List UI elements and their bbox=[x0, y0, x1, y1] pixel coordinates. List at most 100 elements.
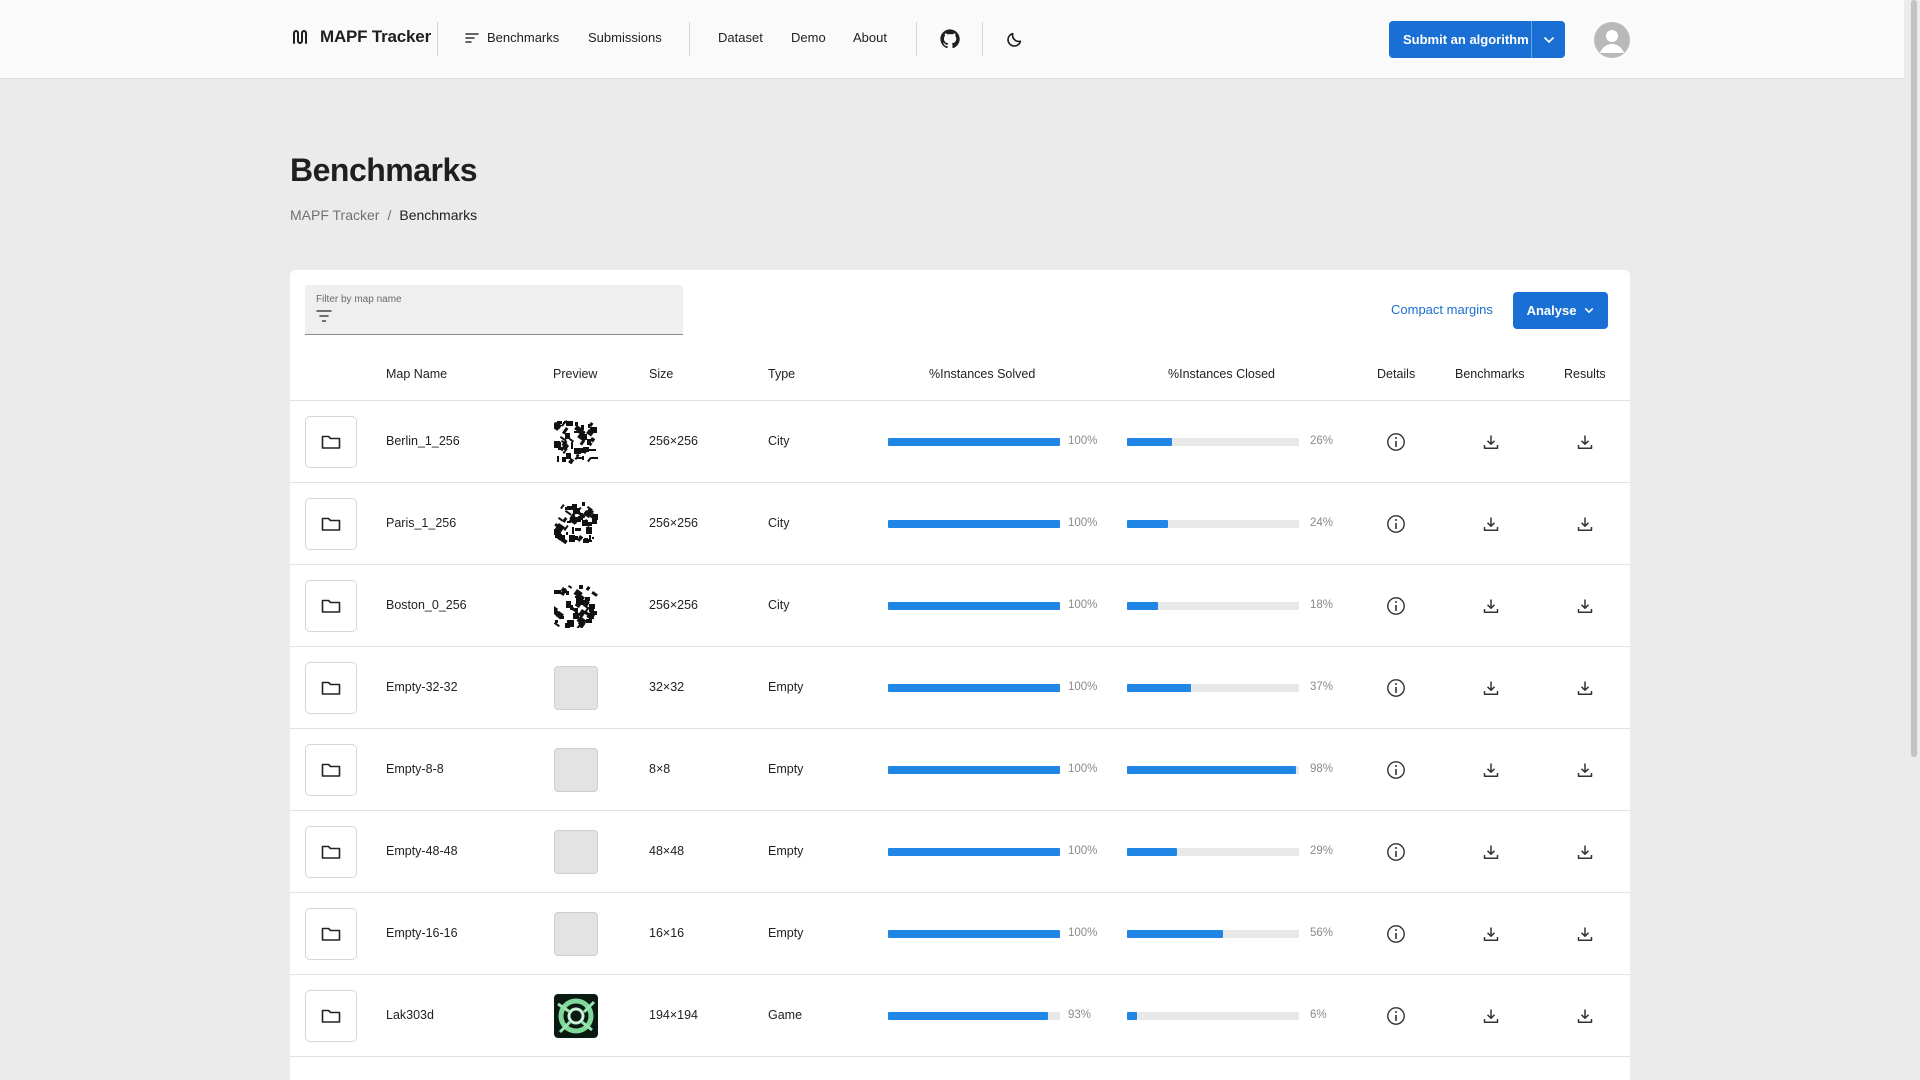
theme-toggle[interactable] bbox=[1003, 27, 1027, 51]
closed-progress-bar bbox=[1127, 602, 1299, 610]
open-folder-button[interactable] bbox=[305, 580, 357, 632]
analyse-label: Analyse bbox=[1526, 303, 1577, 318]
table-row-empty-8-8[interactable]: Empty-8-8 8×8 Empty 100% 98% bbox=[290, 729, 1630, 811]
download-results-button[interactable] bbox=[1574, 513, 1596, 535]
map-size: 48×48 bbox=[649, 844, 685, 858]
analyse-button[interactable]: Analyse bbox=[1513, 292, 1608, 329]
download-icon bbox=[1483, 1009, 1499, 1023]
table-row-empty-48-48[interactable]: Empty-48-48 48×48 Empty 100% 29% bbox=[290, 811, 1630, 893]
benchmarks-table-card: Filter by map name Compact margins Analy… bbox=[290, 270, 1630, 1080]
download-icon bbox=[1577, 681, 1593, 695]
table-row-paris_1_256[interactable]: Paris_1_256 256×256 City 100% 24% bbox=[290, 483, 1630, 565]
download-results-button[interactable] bbox=[1574, 923, 1596, 945]
col-map-name[interactable]: Map Name bbox=[386, 367, 447, 381]
nav-submissions[interactable]: Submissions bbox=[588, 30, 662, 45]
closed-progress-bar bbox=[1127, 766, 1299, 774]
download-icon bbox=[1577, 927, 1593, 941]
map-size: 256×256 bbox=[649, 434, 699, 448]
page-title: Benchmarks bbox=[290, 152, 478, 188]
download-benchmarks-button[interactable] bbox=[1480, 1005, 1502, 1027]
nav-demo[interactable]: Demo bbox=[791, 30, 826, 45]
download-benchmarks-button[interactable] bbox=[1480, 841, 1502, 863]
compact-margins-button[interactable]: Compact margins bbox=[1391, 302, 1493, 317]
closed-percent: 26% bbox=[1310, 435, 1334, 447]
open-folder-button[interactable] bbox=[305, 908, 357, 960]
download-benchmarks-button[interactable] bbox=[1480, 595, 1502, 617]
download-icon bbox=[1577, 1009, 1593, 1023]
user-avatar[interactable] bbox=[1594, 22, 1630, 58]
details-button[interactable] bbox=[1385, 1005, 1407, 1027]
download-results-button[interactable] bbox=[1574, 595, 1596, 617]
closed-progress-bar bbox=[1127, 520, 1299, 528]
map-size: 16×16 bbox=[649, 926, 685, 940]
closed-percent: 29% bbox=[1310, 845, 1334, 857]
download-benchmarks-button[interactable] bbox=[1480, 431, 1502, 453]
download-benchmarks-button[interactable] bbox=[1480, 677, 1502, 699]
nav-about[interactable]: About bbox=[853, 30, 887, 45]
col-size[interactable]: Size bbox=[649, 367, 673, 381]
table-row-empty-16-16[interactable]: Empty-16-16 16×16 Empty 100% 56% bbox=[290, 893, 1630, 975]
download-benchmarks-button[interactable] bbox=[1480, 513, 1502, 535]
details-button[interactable] bbox=[1385, 431, 1407, 453]
download-benchmarks-button[interactable] bbox=[1480, 923, 1502, 945]
table-row-boston_0_256[interactable]: Boston_0_256 256×256 City 100% 18% bbox=[290, 565, 1630, 647]
open-folder-button[interactable] bbox=[305, 498, 357, 550]
details-button[interactable] bbox=[1385, 595, 1407, 617]
map-name: Empty-8-8 bbox=[386, 762, 444, 776]
open-folder-button[interactable] bbox=[305, 990, 357, 1042]
details-button[interactable] bbox=[1385, 923, 1407, 945]
download-icon bbox=[1577, 517, 1593, 531]
open-folder-button[interactable] bbox=[305, 662, 357, 714]
folder-icon bbox=[321, 927, 341, 941]
details-button[interactable] bbox=[1385, 841, 1407, 863]
brand-link[interactable]: MAPF Tracker bbox=[290, 27, 431, 47]
download-benchmarks-button[interactable] bbox=[1480, 759, 1502, 781]
download-results-button[interactable] bbox=[1574, 677, 1596, 699]
col-instances-solved[interactable]: %Instances Solved bbox=[929, 367, 1035, 381]
map-type: Game bbox=[768, 1008, 803, 1022]
github-link[interactable] bbox=[938, 27, 962, 51]
solved-progress-fill bbox=[888, 1012, 1048, 1020]
filter-icon bbox=[316, 310, 332, 322]
open-folder-button[interactable] bbox=[305, 744, 357, 796]
closed-progress-fill bbox=[1127, 930, 1224, 938]
col-instances-closed[interactable]: %Instances Closed bbox=[1168, 367, 1275, 381]
download-icon bbox=[1483, 681, 1499, 695]
download-results-button[interactable] bbox=[1574, 431, 1596, 453]
filter-map-input[interactable]: Filter by map name bbox=[305, 285, 683, 335]
submit-algorithm-button[interactable]: Submit an algorithm bbox=[1389, 21, 1565, 58]
download-icon bbox=[1577, 763, 1593, 777]
nav-about-label: About bbox=[853, 30, 887, 45]
nav-dataset[interactable]: Dataset bbox=[718, 30, 763, 45]
col-type[interactable]: Type bbox=[768, 367, 795, 381]
info-icon bbox=[1387, 433, 1405, 451]
open-folder-button[interactable] bbox=[305, 826, 357, 878]
details-button[interactable] bbox=[1385, 759, 1407, 781]
table-row-lak303d[interactable]: Lak303d 194×194 Game 93% 6% bbox=[290, 975, 1630, 1057]
table-row-berlin_1_256[interactable]: Berlin_1_256 256×256 City 100% 26% bbox=[290, 401, 1630, 483]
closed-percent: 6% bbox=[1310, 1009, 1327, 1021]
table-row-empty-32-32[interactable]: Empty-32-32 32×32 Empty 100% 37% bbox=[290, 647, 1630, 729]
folder-icon bbox=[321, 845, 341, 859]
nav-demo-label: Demo bbox=[791, 30, 826, 45]
download-results-button[interactable] bbox=[1574, 841, 1596, 863]
solved-percent: 100% bbox=[1068, 517, 1098, 529]
col-preview[interactable]: Preview bbox=[553, 367, 597, 381]
download-icon bbox=[1483, 517, 1499, 531]
breadcrumb-current: Benchmarks bbox=[399, 207, 478, 223]
solved-progress-fill bbox=[888, 520, 1060, 528]
download-results-button[interactable] bbox=[1574, 1005, 1596, 1027]
col-benchmarks: Benchmarks bbox=[1455, 367, 1525, 381]
details-button[interactable] bbox=[1385, 513, 1407, 535]
nav-benchmarks[interactable]: Benchmarks bbox=[465, 30, 559, 45]
breadcrumb-home[interactable]: MAPF Tracker bbox=[290, 207, 379, 223]
chevron-down-icon bbox=[1585, 307, 1594, 314]
nav-dataset-label: Dataset bbox=[718, 30, 763, 45]
download-icon bbox=[1483, 599, 1499, 613]
closed-progress-fill bbox=[1127, 438, 1172, 446]
download-results-button[interactable] bbox=[1574, 759, 1596, 781]
open-folder-button[interactable] bbox=[305, 416, 357, 468]
details-button[interactable] bbox=[1385, 677, 1407, 699]
chevron-down-icon[interactable] bbox=[1531, 21, 1565, 58]
page-scrollbar[interactable] bbox=[1911, 0, 1917, 757]
